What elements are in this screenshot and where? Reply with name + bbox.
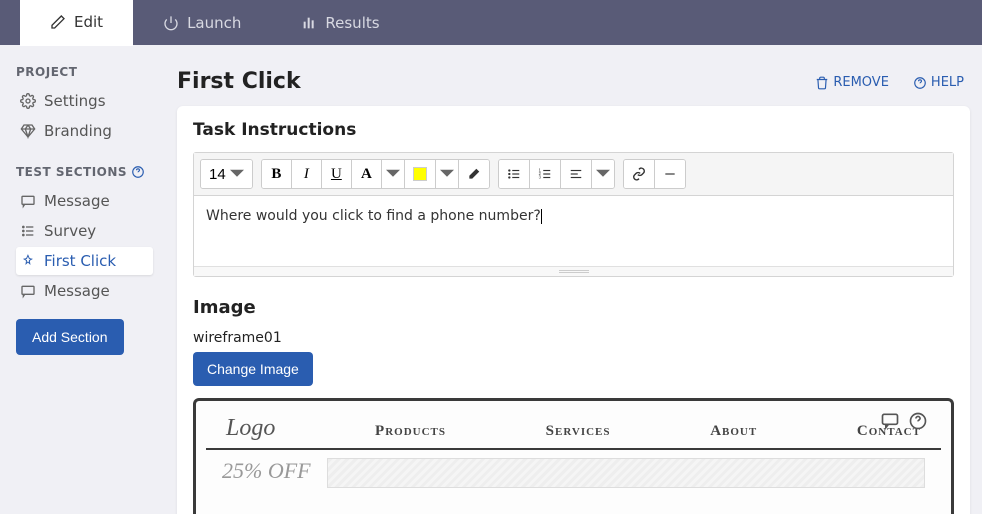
help-icon[interactable] — [131, 165, 145, 179]
editor-toolbar: 14 B I U A 123 — [194, 153, 953, 196]
content: First Click REMOVE HELP Task Instruction… — [165, 45, 982, 514]
link-icon — [632, 167, 646, 181]
tab-label: Edit — [74, 13, 103, 31]
highlight-button[interactable] — [405, 160, 436, 188]
help-link[interactable]: HELP — [913, 75, 964, 90]
card: Task Instructions 14 B I U A — [177, 106, 970, 514]
svg-text:3: 3 — [538, 175, 541, 180]
sidebar-item-label: Survey — [44, 222, 96, 240]
sidebar-item-message-2[interactable]: Message — [16, 277, 165, 305]
wireframe-sale-text: 25% OFF — [222, 458, 311, 488]
editor-textarea[interactable]: Where would you click to find a phone nu… — [194, 196, 953, 266]
task-instructions-heading: Task Instructions — [193, 120, 954, 140]
wireframe-nav-item: Services — [546, 423, 611, 440]
diamond-icon — [20, 123, 36, 139]
numbered-list-icon: 123 — [538, 167, 552, 181]
sidebar-item-label: Message — [44, 192, 110, 210]
wireframe-logo: Logo — [226, 415, 275, 442]
highlight-dropdown[interactable] — [436, 160, 459, 188]
sidebar-item-label: Settings — [44, 92, 106, 110]
wireframe-nav-item: About — [710, 423, 757, 440]
align-dropdown[interactable] — [592, 160, 614, 188]
help-icon — [913, 76, 927, 90]
underline-button[interactable]: U — [322, 160, 352, 188]
editor-resize-handle[interactable] — [194, 266, 953, 276]
numbered-list-button[interactable]: 123 — [530, 160, 561, 188]
eraser-button[interactable] — [459, 160, 489, 188]
chevron-down-icon — [596, 167, 610, 181]
help-circle-icon — [907, 411, 929, 431]
power-icon — [163, 15, 179, 31]
sidebar-item-message[interactable]: Message — [16, 187, 165, 215]
tab-edit[interactable]: Edit — [20, 0, 133, 46]
tab-label: Results — [325, 14, 379, 32]
change-image-button[interactable]: Change Image — [193, 352, 313, 386]
message-icon — [20, 283, 36, 299]
sidebar-item-label: Message — [44, 282, 110, 300]
align-button[interactable] — [561, 160, 592, 188]
font-color-dropdown[interactable] — [382, 160, 405, 188]
test-sections-label: TEST SECTIONS — [16, 165, 165, 179]
eraser-icon — [467, 167, 481, 181]
pin-icon — [20, 253, 36, 269]
rich-text-editor: 14 B I U A 123 — [193, 152, 954, 277]
trash-icon — [815, 76, 829, 90]
tab-results[interactable]: Results — [271, 0, 409, 45]
image-heading: Image — [193, 297, 954, 318]
chevron-down-icon — [230, 167, 244, 181]
bullet-list-icon — [507, 167, 521, 181]
bars-icon — [301, 15, 317, 31]
list-icon — [20, 223, 36, 239]
sidebar-item-branding[interactable]: Branding — [16, 117, 165, 145]
sidebar-item-survey[interactable]: Survey — [16, 217, 165, 245]
sidebar-item-first-click[interactable]: First Click — [16, 247, 153, 275]
sidebar: PROJECT Settings Branding TEST SECTIONS … — [0, 45, 165, 514]
wireframe-icons — [879, 411, 929, 431]
sidebar-item-label: First Click — [44, 252, 116, 270]
image-filename: wireframe01 — [193, 330, 954, 346]
italic-button[interactable]: I — [292, 160, 322, 188]
tab-launch[interactable]: Launch — [133, 0, 271, 45]
sidebar-item-settings[interactable]: Settings — [16, 87, 165, 115]
sidebar-item-label: Branding — [44, 122, 112, 140]
topbar: Edit Launch Results — [0, 0, 982, 45]
edit-icon — [50, 14, 66, 30]
font-color-button[interactable]: A — [352, 160, 382, 188]
wireframe-preview[interactable]: Logo Products Services About Contact 25%… — [193, 398, 954, 514]
link-button[interactable] — [624, 160, 655, 188]
tab-label: Launch — [187, 14, 241, 32]
font-size-select[interactable]: 14 — [201, 160, 252, 188]
remove-link[interactable]: REMOVE — [815, 75, 889, 90]
bold-button[interactable]: B — [262, 160, 292, 188]
message-icon — [20, 193, 36, 209]
chevron-down-icon — [440, 167, 454, 181]
add-section-button[interactable]: Add Section — [16, 319, 124, 355]
page-title: First Click — [177, 69, 301, 94]
align-icon — [569, 167, 583, 181]
hr-button[interactable] — [655, 160, 685, 188]
project-section-label: PROJECT — [16, 65, 165, 79]
bullet-list-button[interactable] — [499, 160, 530, 188]
comment-icon — [879, 411, 901, 431]
gear-icon — [20, 93, 36, 109]
wireframe-nav-item: Products — [375, 423, 446, 440]
chevron-down-icon — [386, 167, 400, 181]
wireframe-hero-placeholder — [327, 458, 925, 488]
wireframe-nav: Logo Products Services About Contact — [206, 407, 941, 450]
